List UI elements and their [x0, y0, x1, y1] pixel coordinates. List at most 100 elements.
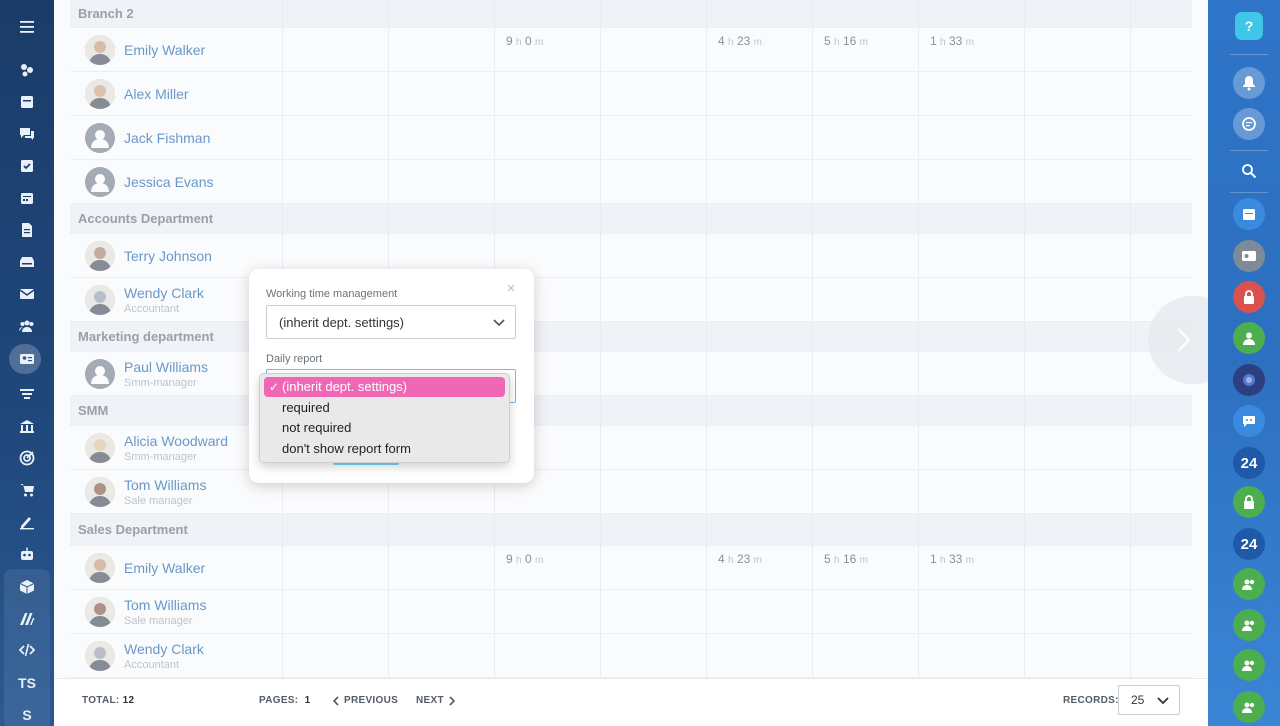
- user-photo-icon: [85, 433, 115, 463]
- group-green-icon[interactable]: [1233, 568, 1265, 600]
- employee-name[interactable]: Wendy Clark: [124, 285, 204, 301]
- box-icon[interactable]: [0, 571, 54, 603]
- chat-icon[interactable]: [0, 118, 54, 150]
- robot-icon[interactable]: [0, 538, 54, 570]
- worked-time[interactable]: 1 h 33 m: [930, 552, 974, 566]
- working-time-select[interactable]: (inherit dept. settings): [266, 305, 516, 339]
- employee-name[interactable]: Alex Miller: [124, 86, 189, 102]
- cart-icon[interactable]: [0, 474, 54, 506]
- menu-option-inherit[interactable]: ✓ (inherit dept. settings): [264, 377, 505, 397]
- worked-time[interactable]: 4 h 23 m: [718, 34, 762, 48]
- time-value: 4: [718, 34, 725, 48]
- notifications-icon[interactable]: [1233, 67, 1265, 99]
- previous-page-button[interactable]: PREVIOUS: [332, 695, 398, 706]
- worked-time[interactable]: 9 h 0 m: [506, 552, 543, 566]
- chevron-down-icon: [1157, 697, 1169, 705]
- employee-name[interactable]: Tom Williams: [124, 597, 206, 613]
- employees-icon[interactable]: [0, 343, 54, 375]
- bitrix24-channel-icon-2[interactable]: 24: [1233, 528, 1265, 560]
- chevron-down-icon: [493, 319, 505, 327]
- user-green-icon[interactable]: [1233, 322, 1265, 354]
- employee-name[interactable]: Jessica Evans: [124, 174, 213, 190]
- next-page-button[interactable]: NEXT: [416, 695, 456, 706]
- worked-time[interactable]: 5 h 16 m: [824, 34, 868, 48]
- sidebar-item-s-label: S: [22, 707, 32, 723]
- feed-icon[interactable]: [0, 86, 54, 118]
- help-button[interactable]: ?: [1235, 12, 1263, 40]
- activity-stream-icon[interactable]: [0, 54, 54, 86]
- group-green-icon-2[interactable]: [1233, 609, 1265, 641]
- menu-option-dont-show[interactable]: don't show report form: [264, 439, 505, 459]
- avatar[interactable]: [85, 241, 115, 271]
- target-icon[interactable]: [0, 442, 54, 474]
- time-unit: h: [834, 555, 840, 566]
- avatar[interactable]: [85, 285, 115, 315]
- employee-name[interactable]: Tom Williams: [124, 477, 206, 493]
- worked-time[interactable]: 4 h 23 m: [718, 552, 762, 566]
- openline-chat-icon[interactable]: [1233, 405, 1265, 437]
- bitrix24-channel-icon[interactable]: 24: [1233, 447, 1265, 479]
- worked-time[interactable]: 1 h 33 m: [930, 34, 974, 48]
- time-unit: h: [940, 555, 946, 566]
- sidebar-item-ts[interactable]: TS: [0, 667, 54, 699]
- documents-icon[interactable]: [0, 214, 54, 246]
- right-sidebar-divider-2: [1230, 150, 1268, 151]
- lock-red-icon[interactable]: [1233, 281, 1265, 313]
- messenger-icon[interactable]: [1233, 108, 1265, 140]
- employee-name[interactable]: Emily Walker: [124, 42, 205, 58]
- calendar-icon[interactable]: [0, 182, 54, 214]
- employee-name[interactable]: Terry Johnson: [124, 248, 212, 264]
- search-icon[interactable]: [1233, 155, 1265, 187]
- employee-name[interactable]: Paul Williams: [124, 359, 208, 375]
- group-label: Sales Department: [78, 522, 188, 537]
- time-value: 23: [736, 552, 751, 566]
- employee-name[interactable]: Wendy Clark: [124, 641, 204, 657]
- mail-icon[interactable]: [0, 278, 54, 310]
- avatar[interactable]: [85, 35, 115, 65]
- avatar[interactable]: [85, 79, 115, 109]
- drive-icon[interactable]: [0, 246, 54, 278]
- menu-icon[interactable]: [0, 11, 54, 43]
- avatar[interactable]: [85, 123, 115, 153]
- group-green-icon-3[interactable]: [1233, 649, 1265, 681]
- records-per-page-select[interactable]: 25: [1118, 685, 1180, 715]
- user-photo-icon: [85, 79, 115, 109]
- time-unit: h: [728, 37, 734, 48]
- avatar[interactable]: [85, 553, 115, 583]
- avatar[interactable]: [85, 433, 115, 463]
- sidebar-item-s[interactable]: S: [0, 699, 54, 726]
- avatar[interactable]: [85, 359, 115, 389]
- employee-name[interactable]: Alicia Woodward: [124, 433, 228, 449]
- avatar[interactable]: [85, 477, 115, 507]
- lock-green-icon[interactable]: [1233, 486, 1265, 518]
- worked-time[interactable]: 9 h 0 m: [506, 34, 543, 48]
- calendar-contact-icon[interactable]: [1233, 198, 1265, 230]
- pages-label: PAGES:: [259, 695, 299, 706]
- time-value: 5: [824, 552, 831, 566]
- market-icon[interactable]: [0, 603, 54, 635]
- group-green-icon-4[interactable]: [1233, 691, 1265, 723]
- employee-name[interactable]: Jack Fishman: [124, 130, 210, 146]
- avatar[interactable]: [85, 597, 115, 627]
- groups-icon[interactable]: [0, 310, 54, 342]
- avatar[interactable]: [85, 641, 115, 671]
- worked-time[interactable]: 5 h 16 m: [824, 552, 868, 566]
- avatar[interactable]: [85, 167, 115, 197]
- menu-option-required[interactable]: required: [264, 398, 505, 418]
- previous-label: PREVIOUS: [344, 695, 399, 706]
- menu-option-not-required[interactable]: not required: [264, 418, 505, 438]
- total-value: 12: [122, 695, 135, 706]
- employee-position: Accountant: [124, 659, 180, 671]
- code-icon[interactable]: [0, 634, 54, 666]
- group-avatar-icon[interactable]: [1233, 364, 1265, 396]
- employee-name[interactable]: Emily Walker: [124, 560, 205, 576]
- signature-icon[interactable]: [0, 506, 54, 538]
- time-unit: h: [834, 37, 840, 48]
- records-value: 25: [1131, 693, 1145, 707]
- contact-card-icon[interactable]: [1233, 240, 1265, 272]
- close-icon[interactable]: ×: [504, 281, 518, 296]
- company-icon[interactable]: [0, 410, 54, 442]
- filter-icon[interactable]: [0, 378, 54, 410]
- tasks-icon[interactable]: [0, 150, 54, 182]
- worktime-grid: Branch 2 Emily Walker 9 h 0 m4 h 23 m5 h 1…: [70, 0, 1192, 678]
